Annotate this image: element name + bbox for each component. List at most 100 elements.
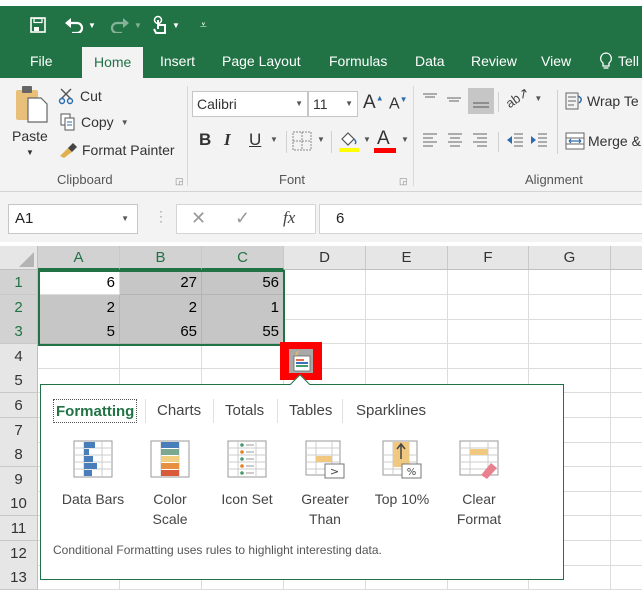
qa-tab-formatting[interactable]: Formatting [53,399,138,423]
cell[interactable] [611,467,642,492]
cut-button[interactable]: Cut [58,86,102,106]
save-button[interactable] [30,14,46,36]
cell[interactable] [611,491,642,516]
increase-indent-button[interactable] [530,132,548,155]
wrap-text-button[interactable]: Wrap Te [565,91,639,111]
cell[interactable] [284,319,366,344]
touch-mode-button[interactable]: ▼ [152,14,180,36]
decrease-indent-button[interactable] [506,132,524,155]
clipboard-launcher-icon[interactable]: ◲ [175,176,184,187]
align-bottom-button[interactable] [468,88,494,114]
cell[interactable]: 5 [38,319,120,344]
tab-data[interactable]: Data [415,44,445,78]
tab-insert[interactable]: Insert [160,44,195,78]
cell[interactable] [284,295,366,320]
row-header[interactable]: 9 [0,467,38,492]
redo-button[interactable]: ▼ [110,14,142,36]
row-header[interactable]: 11 [0,516,38,541]
column-header-d[interactable]: D [284,246,366,270]
cell[interactable] [366,270,448,295]
grow-font-button[interactable]: A▲ [363,92,384,114]
column-header-a[interactable]: A [38,246,120,270]
cell[interactable] [611,344,642,369]
cell[interactable] [448,295,529,320]
row-header[interactable]: 1 [0,270,38,295]
tab-page-layout[interactable]: Page Layout [222,44,301,78]
row-header[interactable]: 5 [0,368,38,393]
cell[interactable] [38,344,120,369]
qa-tab-sparklines[interactable]: Sparklines [356,399,426,423]
cell[interactable] [611,393,642,418]
cell[interactable]: 55 [202,319,284,344]
cell[interactable]: 27 [120,270,202,295]
font-launcher-icon[interactable]: ◲ [399,176,408,187]
row-header[interactable]: 8 [0,442,38,467]
cell[interactable] [611,368,642,393]
format-painter-button[interactable]: Format Painter [58,140,175,160]
cell[interactable] [611,565,642,590]
cell[interactable] [611,516,642,541]
copy-button[interactable]: Copy ▼ [60,112,129,132]
customize-qat-button[interactable]: ⩡ [200,14,207,36]
confirm-entry-button[interactable]: ✓ [235,208,250,229]
cell[interactable] [284,270,366,295]
cancel-entry-button[interactable]: ✕ [191,208,206,229]
font-color-dropdown-icon[interactable]: ▼ [401,135,409,144]
cell[interactable] [529,344,611,369]
cell[interactable]: 56 [202,270,284,295]
align-right-button[interactable] [472,132,488,155]
row-header[interactable]: 4 [0,344,38,369]
name-box-dropdown-icon[interactable]: ▼ [121,205,129,233]
select-all-button[interactable] [0,246,38,270]
qa-item-icon-set[interactable]: Icon Set [207,439,287,509]
cell[interactable]: 1 [202,295,284,320]
align-left-button[interactable] [422,132,438,155]
cell[interactable] [611,442,642,467]
cell[interactable] [448,270,529,295]
row-header[interactable]: 2 [0,295,38,320]
qa-item-clear-format[interactable]: Clear Format [439,439,519,529]
row-header[interactable]: 10 [0,491,38,516]
shrink-font-button[interactable]: A▼ [389,95,408,113]
row-header[interactable]: 3 [0,319,38,344]
qa-tab-charts[interactable]: Charts [157,399,201,423]
cell[interactable]: 65 [120,319,202,344]
font-color-button[interactable]: A [374,128,398,154]
cell[interactable] [366,295,448,320]
cell[interactable] [611,270,642,295]
tab-tell-me[interactable]: Tell [599,44,639,78]
column-header-e[interactable]: E [366,246,448,270]
formula-input[interactable]: 6 [319,204,642,234]
cell[interactable] [611,295,642,320]
cell[interactable]: 2 [38,295,120,320]
cell[interactable] [611,418,642,443]
cell[interactable] [611,541,642,566]
cell[interactable] [120,344,202,369]
tab-formulas[interactable]: Formulas [329,44,387,78]
borders-button[interactable] [292,131,312,156]
column-header-b[interactable]: B [120,246,202,270]
cell[interactable] [611,319,642,344]
tab-home[interactable]: Home [82,47,144,78]
formula-bar-grip-icon[interactable]: ⋮ [154,208,168,225]
undo-button[interactable]: ▼ [64,14,96,36]
underline-dropdown-icon[interactable]: ▼ [270,135,278,144]
row-header[interactable]: 13 [0,565,38,590]
redo-dropdown-icon[interactable]: ▼ [134,21,142,30]
insert-function-button[interactable]: fx [283,208,295,228]
merge-center-button[interactable]: Merge & [565,131,641,151]
underline-button[interactable]: U [249,130,261,150]
column-header-g[interactable]: G [529,246,611,270]
orientation-button[interactable]: ab↗ ▼ [503,84,543,111]
column-header-c[interactable]: C [202,246,284,270]
column-header-h[interactable] [611,246,642,270]
copy-dropdown-icon[interactable]: ▼ [121,118,129,127]
qa-tab-totals[interactable]: Totals [225,399,264,423]
row-header[interactable]: 7 [0,418,38,443]
fill-color-button[interactable] [338,129,360,158]
bold-button[interactable]: B [199,130,211,150]
cell[interactable] [529,295,611,320]
qa-item-color-scale[interactable]: Color Scale [130,439,210,529]
font-size-dropdown[interactable]: 11 ▼ [308,91,358,117]
cell[interactable] [448,344,529,369]
